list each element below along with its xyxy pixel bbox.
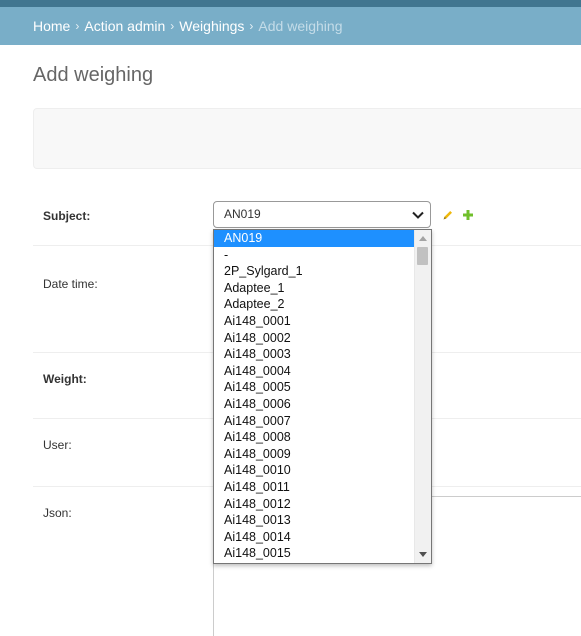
breadcrumb-current: Add weighing — [258, 18, 343, 34]
dropdown-option[interactable]: Ai148_0006 — [214, 396, 415, 413]
dropdown-option[interactable]: Ai148_0010 — [214, 462, 415, 479]
dropdown-option[interactable]: Ai148_0004 — [214, 363, 415, 380]
dropdown-option[interactable]: Ai148_0005 — [214, 379, 415, 396]
breadcrumb-separator: › — [170, 19, 175, 33]
dropdown-options: AN019-2P_Sylgard_1 Adaptee_1 Adaptee_2 Ai14… — [214, 230, 415, 562]
dropdown-option[interactable]: Ai148_0001 — [214, 313, 415, 330]
dropdown-option[interactable]: Ai148_0007 — [214, 413, 415, 430]
dropdown-option[interactable]: Ai148_0013 — [214, 512, 415, 529]
breadcrumb-separator: › — [75, 19, 80, 33]
dropdown-option[interactable]: Ai148_0015 — [214, 545, 415, 562]
breadcrumb: Home › Action admin › Weighings › Add we… — [0, 7, 581, 45]
subject-label: Subject: — [43, 209, 91, 223]
json-label: Json: — [43, 506, 72, 520]
dropdown-option[interactable]: Adaptee_1 — [214, 280, 415, 297]
breadcrumb-home[interactable]: Home — [33, 18, 70, 34]
date-time-label: Date time: — [43, 277, 98, 291]
dropdown-option[interactable]: Ai148_0011 — [214, 479, 415, 496]
dropdown-option[interactable]: Ai148_0012 — [214, 496, 415, 513]
breadcrumb-action-admin[interactable]: Action admin — [84, 18, 165, 34]
user-label: User: — [43, 438, 72, 452]
dropdown-option[interactable]: Adaptee_2 — [214, 296, 415, 313]
dropdown-option[interactable]: 2P_Sylgard_1 — [214, 263, 415, 280]
breadcrumb-separator: › — [249, 19, 254, 33]
breadcrumb-weighings[interactable]: Weighings — [179, 18, 244, 34]
dropdown-scrollbar[interactable] — [414, 230, 431, 563]
subject-select[interactable]: AN019 — [213, 201, 431, 228]
scroll-up-icon[interactable] — [419, 235, 427, 241]
header-strip — [0, 0, 581, 7]
plus-icon[interactable] — [462, 209, 474, 221]
weight-label: Weight: — [43, 372, 87, 386]
subject-select-value: AN019 — [224, 207, 261, 221]
dropdown-option[interactable]: Ai148_0002 — [214, 330, 415, 347]
pencil-icon[interactable] — [442, 209, 454, 221]
scroll-thumb[interactable] — [417, 247, 428, 265]
dropdown-option[interactable]: Ai148_0008 — [214, 429, 415, 446]
dropdown-option[interactable]: - — [214, 247, 415, 264]
dropdown-option[interactable]: Ai148_0009 — [214, 446, 415, 463]
subject-dropdown-list[interactable]: AN019-2P_Sylgard_1 Adaptee_1 Adaptee_2 Ai14… — [213, 229, 432, 564]
chevron-down-icon — [412, 211, 424, 219]
info-box — [33, 108, 581, 169]
dropdown-option[interactable]: Ai148_0003 — [214, 346, 415, 363]
dropdown-option[interactable]: AN019 — [214, 230, 415, 247]
scroll-down-icon[interactable] — [419, 552, 427, 558]
page-title: Add weighing — [33, 64, 154, 86]
dropdown-option[interactable]: Ai148_0014 — [214, 529, 415, 546]
